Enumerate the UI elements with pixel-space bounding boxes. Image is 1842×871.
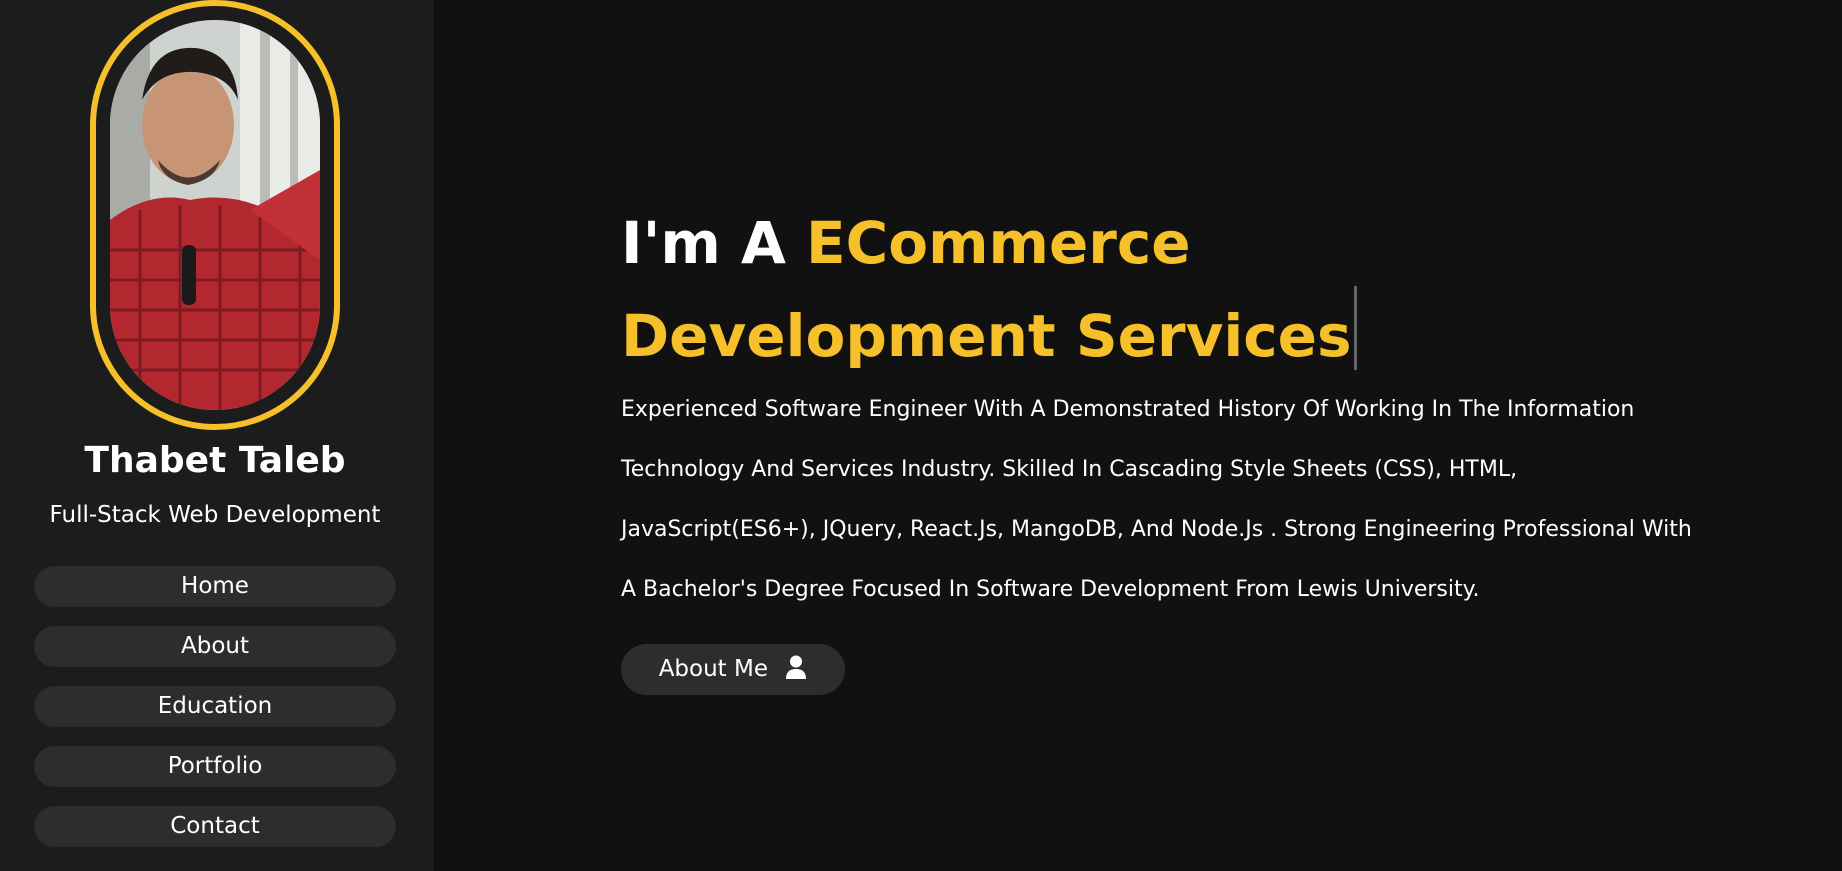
user-icon — [785, 647, 807, 679]
sidebar: Thabet Taleb Full-Stack Web Development … — [0, 0, 434, 871]
hero-bio: Experienced Software Engineer With A Dem… — [621, 397, 1692, 602]
nav-item-portfolio[interactable]: Portfolio — [34, 746, 396, 787]
about-me-button[interactable]: About Me — [621, 644, 845, 695]
typing-caret — [1353, 286, 1357, 370]
profile-title: Full-Stack Web Development — [49, 502, 381, 528]
nav-item-education[interactable]: Education — [34, 686, 396, 727]
avatar — [110, 20, 320, 410]
avatar-frame — [90, 0, 340, 430]
nav-item-about[interactable]: About — [34, 626, 396, 667]
nav-item-home[interactable]: Home — [34, 566, 396, 607]
nav-item-contact[interactable]: Contact — [34, 806, 396, 847]
hero-prefix: I'm A — [621, 209, 807, 277]
profile-name: Thabet Taleb — [84, 440, 346, 481]
page: Thabet Taleb Full-Stack Web Development … — [0, 0, 1842, 871]
profile-photo-icon — [110, 20, 320, 410]
sidebar-nav: Home About Education Portfolio Contact — [34, 566, 396, 866]
hero-headline: I'm A ECommerce Development Services — [621, 200, 1621, 379]
main-content: I'm A ECommerce Development Services Exp… — [434, 0, 1842, 871]
about-me-label: About Me — [658, 656, 768, 682]
